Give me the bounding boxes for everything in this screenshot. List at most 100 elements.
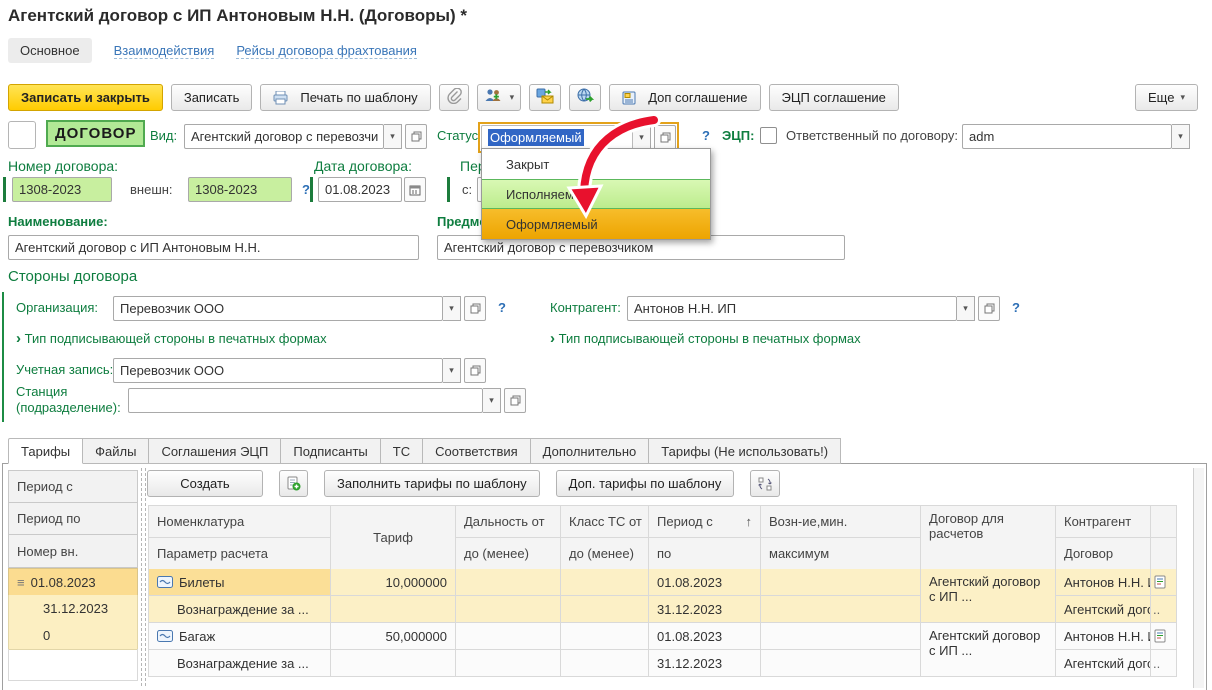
tab-podpisanty[interactable]: Подписанты xyxy=(281,438,380,464)
more-button[interactable]: Еще ▾ xyxy=(1135,84,1198,111)
left-cell-period-to[interactable]: 31.12.2023 xyxy=(8,595,138,623)
sign-type-link-cp[interactable]: › Тип подписывающей стороны в печатных ф… xyxy=(550,330,861,347)
tab-tarify-ne-ispolzovat[interactable]: Тарифы (Не использовать!) xyxy=(649,438,841,464)
cell-tariff[interactable]: 10,000000 xyxy=(331,569,456,596)
col-header-calc-contract[interactable]: Договор для расчетов xyxy=(921,506,1056,570)
save-button[interactable]: Записать xyxy=(171,84,253,111)
cell-empty[interactable] xyxy=(456,650,561,677)
cell-empty[interactable] xyxy=(761,650,921,677)
vid-combobox[interactable]: Агентский договор с перевозчи ▾ xyxy=(184,124,427,149)
calendar-button[interactable] xyxy=(404,177,426,202)
save-and-close-button[interactable]: Записать и закрыть xyxy=(8,84,163,111)
col-header-contract[interactable]: Договор xyxy=(1056,538,1151,570)
counterparty-open-button[interactable] xyxy=(978,296,1000,321)
add-contact-button[interactable]: ▾ xyxy=(477,84,522,111)
left-cell-number[interactable]: 0 xyxy=(8,622,138,650)
col-header-distance-to[interactable]: до (менее) xyxy=(456,538,561,570)
cell-empty[interactable] xyxy=(561,650,649,677)
tab-fayly[interactable]: Файлы xyxy=(83,438,149,464)
cell-empty[interactable] xyxy=(331,650,456,677)
create-copy-button[interactable] xyxy=(279,470,308,497)
left-header-number[interactable]: Номер вн. xyxy=(8,534,138,568)
account-caret[interactable]: ▾ xyxy=(443,358,461,383)
cell-counterparty[interactable]: Антонов Н.Н. ИП xyxy=(1056,569,1151,596)
attachments-button[interactable] xyxy=(439,84,469,111)
cell-nomenclature[interactable]: Билеты xyxy=(149,569,331,596)
left-cell-period-from[interactable]: ≡ 01.08.2023 xyxy=(8,568,138,596)
nav-tab-osnovnoe[interactable]: Основное xyxy=(8,38,92,63)
fill-tariffs-button[interactable]: Заполнить тарифы по шаблону xyxy=(324,470,540,497)
status-option-ispolnyaemyy[interactable]: Исполняемый xyxy=(482,179,710,209)
cell-class[interactable] xyxy=(561,623,649,650)
tab-tarify[interactable]: Тарифы xyxy=(8,438,83,464)
cell-counterparty[interactable]: Антонов Н.Н. ИП xyxy=(1056,623,1151,650)
cell-empty[interactable] xyxy=(331,596,456,623)
col-header-distance-from[interactable]: Дальность от xyxy=(456,506,561,538)
create-row-button[interactable]: Создать xyxy=(147,470,263,497)
cell-period-to[interactable]: 31.12.2023 xyxy=(649,650,761,677)
print-by-template-button[interactable]: Печать по шаблону xyxy=(260,84,430,111)
counterparty-caret[interactable]: ▾ xyxy=(957,296,975,321)
tab-sootvetstviya[interactable]: Соответствия xyxy=(423,438,531,464)
dop-agreement-button[interactable]: Доп соглашение xyxy=(609,84,760,111)
status-option-oformlyaemyy[interactable]: Оформляемый xyxy=(482,209,710,239)
cell-period-from[interactable]: 01.08.2023 xyxy=(649,569,761,596)
cell-contract[interactable]: Агентский дого... xyxy=(1056,596,1151,623)
col-header-class-to[interactable]: до (менее) xyxy=(561,538,649,570)
tab-soglasheniya-ecp[interactable]: Соглашения ЭЦП xyxy=(149,438,281,464)
cell-tariff[interactable]: 50,000000 xyxy=(331,623,456,650)
sign-type-link-org[interactable]: › Тип подписывающей стороны в печатных ф… xyxy=(16,330,327,347)
cell-calc-param[interactable]: Вознаграждение за ... xyxy=(149,596,331,623)
col-header-period-from[interactable]: Период с↑ xyxy=(649,506,761,538)
cell-distance[interactable] xyxy=(456,569,561,596)
col-header-calc-param[interactable]: Параметр расчета xyxy=(149,538,331,570)
status-help-link[interactable]: ? xyxy=(702,128,710,143)
col-header-tariff[interactable]: Тариф xyxy=(331,506,456,570)
status-selected-text[interactable]: Оформляемый xyxy=(488,129,584,146)
col-header-reward-max[interactable]: максимум xyxy=(761,538,921,570)
left-header-period-from[interactable]: Период с xyxy=(8,470,138,503)
cell-empty[interactable] xyxy=(561,596,649,623)
left-header-period-to[interactable]: Период по xyxy=(8,502,138,535)
cell-reward[interactable] xyxy=(761,623,921,650)
ext-number-field[interactable]: 1308-2023 xyxy=(188,177,292,202)
tab-ts[interactable]: ТС xyxy=(381,438,423,464)
cell-empty[interactable] xyxy=(456,596,561,623)
organization-caret[interactable]: ▾ xyxy=(443,296,461,321)
col-header-nomenclature[interactable]: Номенклатура xyxy=(149,506,331,538)
send-email-button[interactable] xyxy=(529,84,561,111)
counterparty-combobox[interactable]: Антонов Н.Н. ИП ▾ xyxy=(627,296,1000,321)
extra-tariffs-button[interactable]: Доп. тарифы по шаблону xyxy=(556,470,735,497)
cell-contract[interactable]: Агентский дого... xyxy=(1056,650,1151,677)
contract-date-field[interactable]: 01.08.2023 xyxy=(318,177,426,202)
cell-empty[interactable] xyxy=(761,596,921,623)
cell-clipped[interactable]: .. xyxy=(1151,650,1177,677)
cell-calc-contract[interactable]: Агентский договор с ИП ... xyxy=(921,623,1056,677)
status-open-button[interactable] xyxy=(654,125,676,150)
station-caret[interactable]: ▾ xyxy=(483,388,501,413)
vid-caret[interactable]: ▾ xyxy=(384,124,402,149)
splitter-handle[interactable] xyxy=(141,468,146,686)
organization-combobox[interactable]: Перевозчик ООО ▾ xyxy=(113,296,486,321)
organization-help-link[interactable]: ? xyxy=(498,300,506,315)
status-option-zakryt[interactable]: Закрыт xyxy=(482,149,710,179)
nav-tab-vzaimodeystviya[interactable]: Взаимодействия xyxy=(114,43,215,59)
cell-distance[interactable] xyxy=(456,623,561,650)
ecp-checkbox[interactable] xyxy=(760,127,777,144)
web-link-button[interactable] xyxy=(569,84,601,111)
cell-class[interactable] xyxy=(561,569,649,596)
cell-clipped[interactable]: .. xyxy=(1151,596,1177,623)
ecp-agreement-button[interactable]: ЭЦП соглашение xyxy=(769,84,899,111)
cell-nomenclature[interactable]: Багаж xyxy=(149,623,331,650)
cell-clipped[interactable] xyxy=(1151,569,1177,596)
responsible-combobox[interactable]: adm ▾ xyxy=(962,124,1190,149)
contract-number-field[interactable]: 1308-2023 xyxy=(12,177,112,202)
station-open-button[interactable] xyxy=(504,388,526,413)
vertical-scrollbar[interactable] xyxy=(1193,468,1204,688)
number-help-link[interactable]: ? xyxy=(302,182,310,197)
responsible-caret[interactable]: ▾ xyxy=(1172,124,1190,149)
name-field[interactable]: Агентский договор с ИП Антоновым Н.Н. xyxy=(8,235,419,260)
col-header-reward-min[interactable]: Возн-ие,мин. xyxy=(761,506,921,538)
swap-rows-button[interactable] xyxy=(750,470,780,497)
cell-reward[interactable] xyxy=(761,569,921,596)
